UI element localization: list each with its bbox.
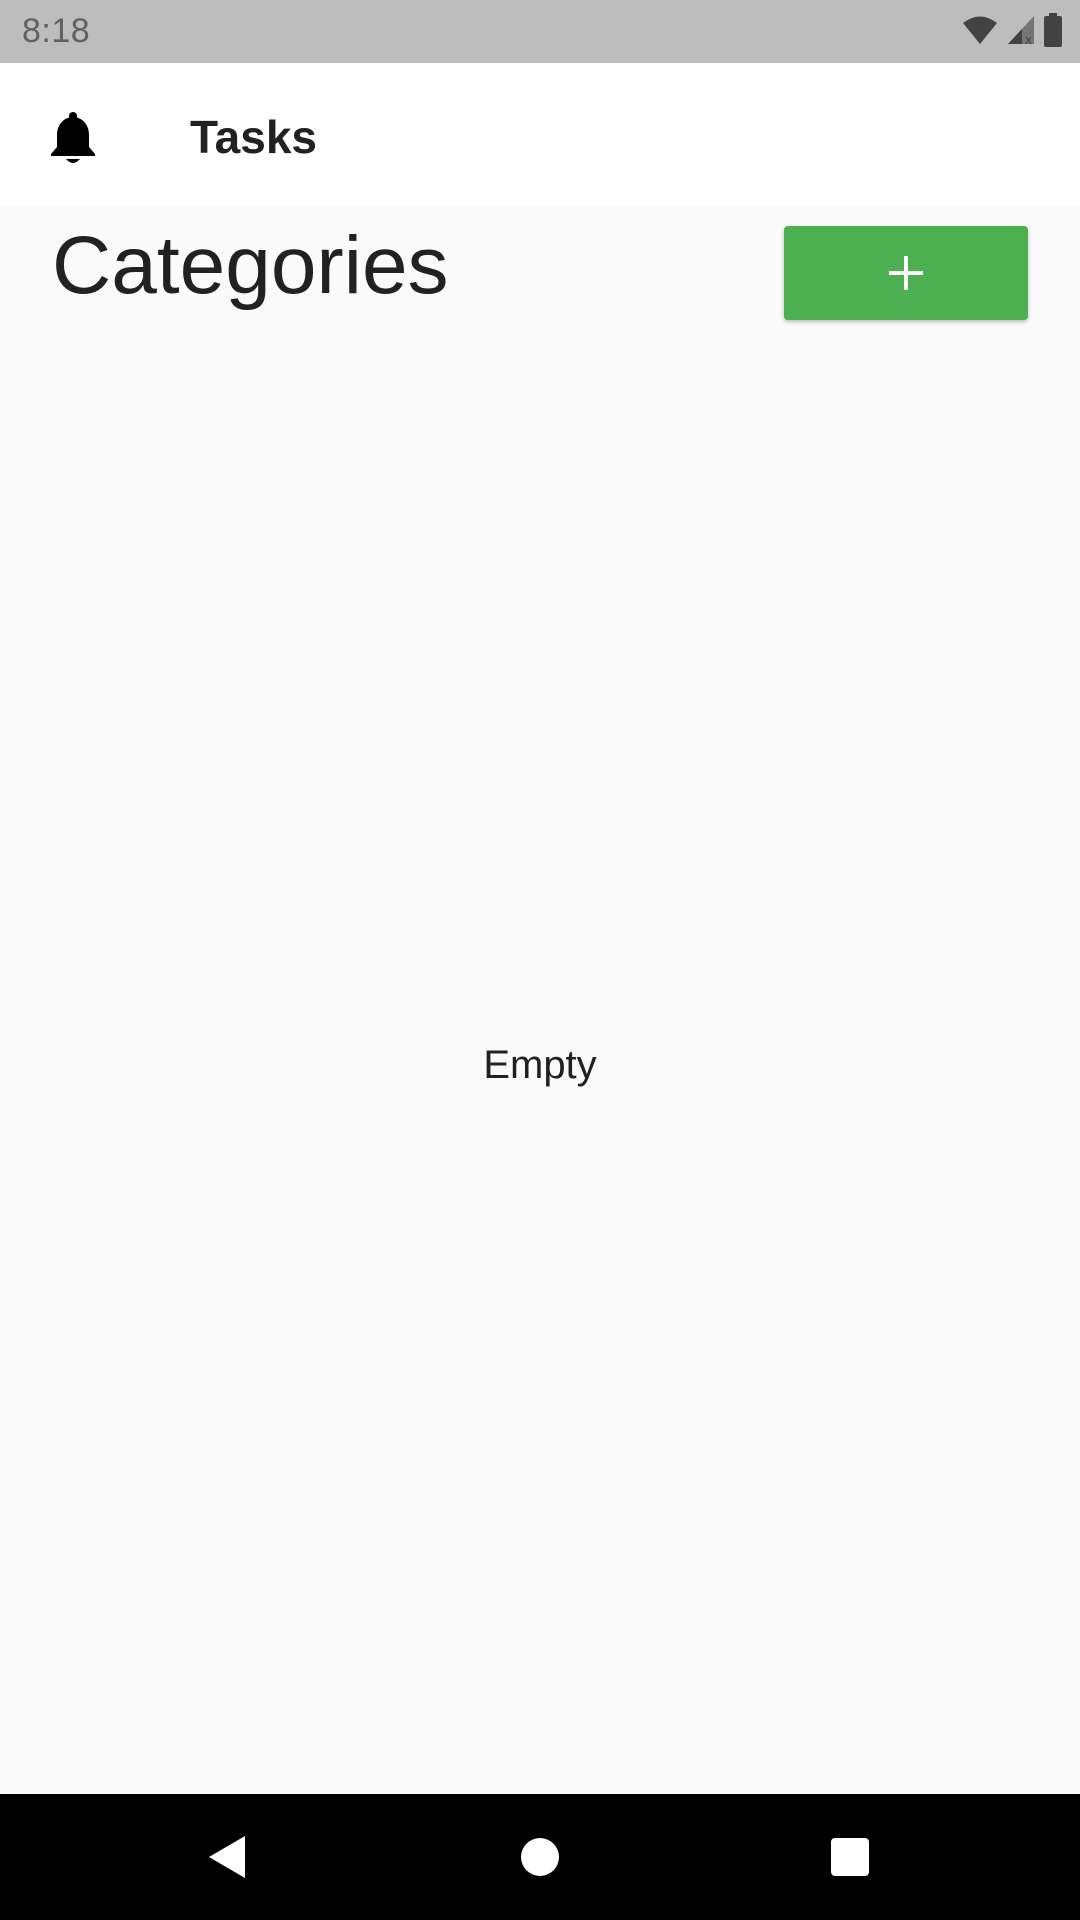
signal-icon: x	[1006, 14, 1036, 51]
add-category-button[interactable]	[784, 226, 1028, 320]
wifi-icon	[962, 14, 998, 51]
app-bar: Tasks	[0, 63, 1080, 207]
battery-icon	[1044, 12, 1062, 52]
page-title: Categories	[52, 220, 449, 311]
status-bar: 8:18 x	[0, 0, 1080, 63]
app-title: Tasks	[190, 111, 318, 163]
status-icons: x	[962, 12, 1062, 52]
empty-state-label: Empty	[483, 1043, 597, 1087]
svg-text:x: x	[1025, 33, 1032, 46]
plus-icon	[887, 254, 925, 292]
recents-icon[interactable]	[820, 1827, 880, 1887]
nav-bar	[0, 1794, 1080, 1920]
back-icon[interactable]	[196, 1827, 256, 1887]
status-time: 8:18	[22, 12, 91, 50]
home-icon[interactable]	[510, 1827, 570, 1887]
bell-icon[interactable]	[46, 109, 100, 165]
